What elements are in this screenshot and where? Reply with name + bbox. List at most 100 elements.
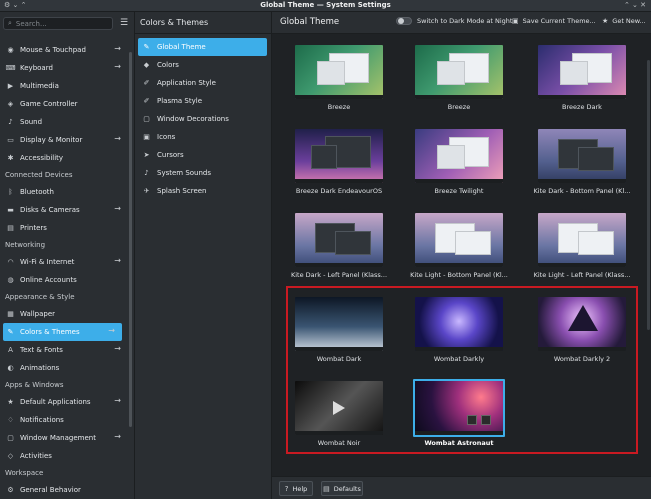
sidebar-item-label: Wallpaper xyxy=(20,310,56,318)
defaults-button[interactable]: ▤ Defaults xyxy=(321,481,363,496)
sidebar-item[interactable]: ▢ Window Management → xyxy=(0,429,128,447)
sidebar-section-header: Workspace xyxy=(5,469,44,477)
sidebar-item-label: General Behavior xyxy=(20,486,81,494)
sidebar-item-label: Mouse & Touchpad xyxy=(20,46,86,54)
category-item[interactable]: ◆ Colors xyxy=(138,56,267,74)
dark-mode-toggle[interactable]: Switch to Dark Mode at Night xyxy=(396,17,512,25)
sidebar-item[interactable]: ◈ Game Controller xyxy=(0,95,128,113)
theme-tile[interactable]: Wombat Darkly xyxy=(413,295,505,366)
category-item[interactable]: ➤ Cursors xyxy=(138,146,267,164)
arrow-right-icon: → xyxy=(108,326,115,335)
rocket-icon: ✈ xyxy=(143,187,150,195)
sidebar-item[interactable]: ⚙ General Behavior xyxy=(0,481,128,499)
sidebar-item[interactable]: ★ Default Applications → xyxy=(0,393,128,411)
window-title: Global Theme — System Settings xyxy=(260,1,391,9)
sidebar-item-label: Wi-Fi & Internet xyxy=(20,258,75,266)
theme-tile[interactable]: Wombat Noir xyxy=(293,379,385,450)
help-button[interactable]: ? Help xyxy=(279,481,313,496)
sidebar-item-label: Multimedia xyxy=(20,82,59,90)
theme-preview-image xyxy=(295,297,383,351)
sidebar-item[interactable]: ♢ Notifications xyxy=(0,411,128,429)
sidebar-item[interactable]: ▦ Wallpaper xyxy=(0,305,128,323)
sidebar-item[interactable]: ▤ Printers xyxy=(0,219,128,237)
pen-icon: ✐ xyxy=(143,79,150,87)
window-icon: ▢ xyxy=(7,434,14,442)
theme-tile[interactable]: Breeze Dark EndeavourOS xyxy=(293,127,385,198)
category-item-label: Splash Screen xyxy=(157,187,207,195)
sidebar-item-label: Keyboard xyxy=(20,64,53,72)
theme-tile[interactable]: Kite Dark - Left Panel (Klass... xyxy=(291,211,387,282)
theme-tile[interactable]: Kite Dark - Bottom Panel (Kl... xyxy=(534,127,630,198)
sidebar-item[interactable]: A Text & Fonts → xyxy=(0,341,128,359)
sidebar-item-label: Display & Monitor xyxy=(20,136,83,144)
theme-tile[interactable]: Breeze xyxy=(293,43,385,114)
category-item[interactable]: ▣ Icons xyxy=(138,128,267,146)
save-theme-button[interactable]: ▣ Save Current Theme... xyxy=(512,17,596,25)
sidebar-item-label: Text & Fonts xyxy=(20,346,63,354)
sidebar-item[interactable]: ᛒ Bluetooth xyxy=(0,183,128,201)
category-item[interactable]: ✈ Splash Screen xyxy=(138,182,267,200)
theme-name: Breeze xyxy=(447,103,471,111)
grid-scrollbar[interactable] xyxy=(647,60,650,330)
arrow-right-icon: → xyxy=(114,204,121,213)
theme-preview-image xyxy=(415,129,503,183)
theme-tile[interactable]: Kite Light - Bottom Panel (Kl... xyxy=(410,211,508,282)
sidebar-item[interactable]: ♪ Sound xyxy=(0,113,128,131)
sidebar-item[interactable]: ◐ Animations xyxy=(0,359,128,377)
arrow-right-icon: → xyxy=(114,44,121,53)
title-bar: ⚙ ⌄ ⌃ Global Theme — System Settings ⌃ ⌄… xyxy=(0,0,651,12)
search-field[interactable]: ⌕ xyxy=(3,17,113,30)
main-header: Global Theme Switch to Dark Mode at Nigh… xyxy=(272,12,651,34)
sidebar-section-header: Appearance & Style xyxy=(5,293,75,301)
gamepad-icon: ◈ xyxy=(7,100,14,108)
theme-preview-image xyxy=(295,213,383,267)
theme-name: Kite Dark - Left Panel (Klass... xyxy=(290,271,388,279)
save-theme-label: Save Current Theme... xyxy=(522,17,596,25)
sidebar-item[interactable]: ✎ Colors & Themes → xyxy=(3,323,122,341)
sidebar-item[interactable]: ▬ Disks & Cameras → xyxy=(0,201,128,219)
hamburger-menu-icon[interactable]: ☰ xyxy=(118,17,130,29)
category-item[interactable]: ▢ Window Decorations xyxy=(138,110,267,128)
theme-tile[interactable]: Breeze Dark xyxy=(536,43,628,114)
window-controls[interactable]: ⌃ ⌄ ✕ xyxy=(624,1,646,9)
get-new-button[interactable]: ★ Get New... xyxy=(602,17,646,25)
sidebar-item[interactable]: ▶ Multimedia xyxy=(0,77,128,95)
toggle-switch-icon[interactable] xyxy=(396,17,412,25)
category-title: Colors & Themes xyxy=(135,12,271,34)
category-item[interactable]: ✎ Global Theme xyxy=(138,38,267,56)
category-item[interactable]: ♪ System Sounds xyxy=(138,164,267,182)
search-input[interactable] xyxy=(15,19,106,28)
theme-name: Breeze Twilight xyxy=(434,187,484,195)
sidebar-item[interactable]: ⌨ Keyboard → xyxy=(0,59,128,77)
sidebar-item[interactable]: ◠ Wi-Fi & Internet → xyxy=(0,253,128,271)
theme-preview-image xyxy=(415,45,503,99)
dark-mode-label: Switch to Dark Mode at Night xyxy=(417,17,513,25)
wifi-icon: ◠ xyxy=(7,258,14,266)
theme-tile[interactable]: Wombat Darkly 2 xyxy=(536,295,628,366)
theme-preview-image xyxy=(413,379,505,437)
category-item[interactable]: ✐ Application Style xyxy=(138,74,267,92)
theme-preview-image xyxy=(538,297,626,351)
theme-tile[interactable]: Wombat Dark xyxy=(293,295,385,366)
theme-tile[interactable]: Breeze Twilight xyxy=(413,127,505,198)
monitor-icon: ▭ xyxy=(7,136,14,144)
sound-icon: ♪ xyxy=(144,169,149,177)
category-item[interactable]: ✐ Plasma Style xyxy=(138,92,267,110)
brush-icon: ✎ xyxy=(143,43,150,51)
theme-tile[interactable]: Breeze xyxy=(413,43,505,114)
get-new-label: Get New... xyxy=(612,17,646,25)
arrow-right-icon: → xyxy=(114,256,121,265)
theme-preview-image xyxy=(538,45,626,99)
accessibility-icon: ✱ xyxy=(7,154,14,162)
theme-preview-image xyxy=(415,213,503,267)
sidebar-item[interactable]: ◍ Online Accounts xyxy=(0,271,128,289)
sidebar-scrollbar[interactable] xyxy=(129,52,132,427)
theme-tile[interactable]: Wombat Astronaut xyxy=(413,379,505,450)
sidebar-item[interactable]: ▭ Display & Monitor → xyxy=(0,131,128,149)
sidebar-item-label: Bluetooth xyxy=(20,188,54,196)
sidebar-item[interactable]: ✱ Accessibility xyxy=(0,149,128,167)
sidebar-item[interactable]: ◉ Mouse & Touchpad → xyxy=(0,41,128,59)
sidebar-item[interactable]: ◇ Activities xyxy=(0,447,128,465)
theme-tile[interactable]: Kite Light - Left Panel (Klass... xyxy=(534,211,630,282)
category-list: ✎ Global Theme ◆ Colors ✐ Application Style ✐ P… xyxy=(135,34,271,200)
